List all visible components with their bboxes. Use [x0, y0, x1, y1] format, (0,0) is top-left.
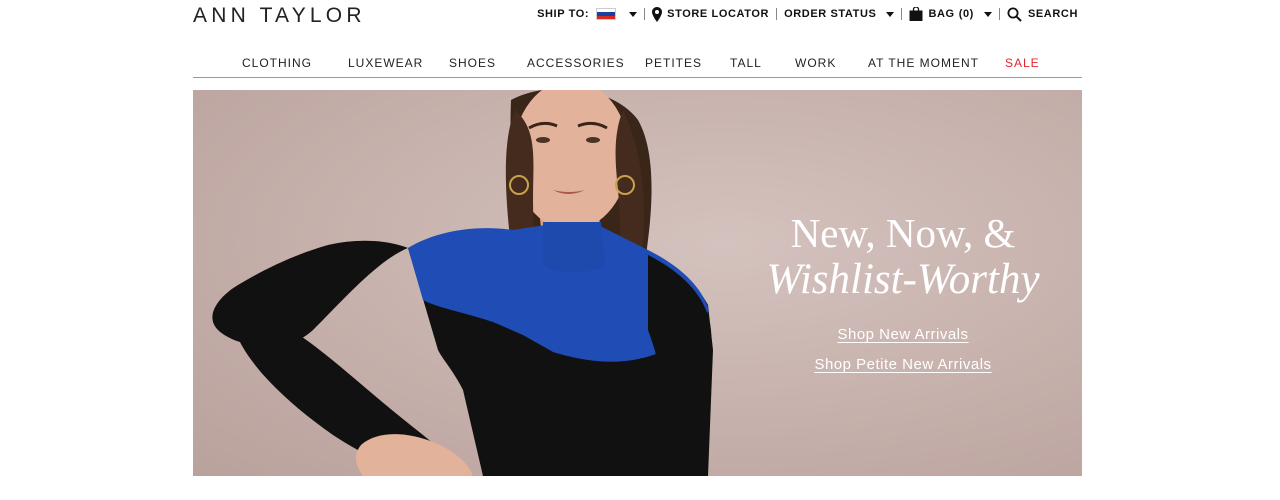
chevron-down-icon [629, 11, 638, 17]
divider [998, 8, 1000, 20]
chevron-down-icon [983, 11, 992, 17]
hero-headline: New, Now, & [790, 210, 1016, 256]
shop-new-arrivals-link[interactable]: Shop New Arrivals [837, 326, 968, 343]
chevron-down-icon [886, 11, 895, 17]
search-button[interactable]: SEARCH [1007, 7, 1078, 22]
page: ANN TAYLOR SHIP TO: STORE LOCATOR ORDER … [0, 0, 1280, 500]
nav-item-petites[interactable]: PETITES [645, 56, 702, 70]
divider [901, 8, 903, 20]
nav-item-at-the-moment[interactable]: AT THE MOMENT [868, 56, 979, 70]
shop-petite-new-arrivals-link[interactable]: Shop Petite New Arrivals [814, 356, 991, 373]
nav-item-accessories[interactable]: ACCESSORIES [527, 56, 625, 70]
divider [776, 8, 778, 20]
bag-count: (0) [958, 8, 974, 20]
bag-label: BAG [928, 8, 955, 20]
bag-button[interactable]: BAG (0) [909, 7, 992, 21]
nav-item-work[interactable]: WORK [795, 56, 836, 70]
shopping-bag-icon [909, 7, 923, 21]
nav-item-sale[interactable]: SALE [1005, 56, 1040, 70]
main-nav: CLOTHING LUXEWEAR SHOES ACCESSORIES PETI… [193, 49, 1082, 78]
russia-flag-icon [596, 8, 617, 20]
nav-item-tall[interactable]: TALL [730, 56, 762, 70]
store-locator-label: STORE LOCATOR [667, 8, 770, 20]
store-locator-link[interactable]: STORE LOCATOR [652, 6, 770, 22]
order-status-label: ORDER STATUS [784, 8, 877, 20]
nav-item-shoes[interactable]: SHOES [449, 56, 496, 70]
hero-copy: New, Now, & Wishlist-Worthy Shop New Arr… [753, 210, 1053, 374]
search-icon [1007, 7, 1022, 22]
nav-item-clothing[interactable]: CLOTHING [242, 56, 312, 70]
location-pin-icon [652, 6, 663, 22]
utility-bar: SHIP TO: STORE LOCATOR ORDER STATUS BAG … [537, 4, 1078, 24]
nav-item-luxewear[interactable]: LUXEWEAR [348, 56, 423, 70]
ship-to-selector[interactable]: SHIP TO: [537, 8, 638, 20]
ship-to-label: SHIP TO: [537, 8, 590, 20]
hero-subheadline: Wishlist-Worthy [766, 256, 1040, 303]
order-status-link[interactable]: ORDER STATUS [784, 8, 895, 20]
logo[interactable]: ANN TAYLOR [193, 5, 366, 27]
hero-banner[interactable]: New, Now, & Wishlist-Worthy Shop New Arr… [193, 90, 1082, 476]
search-label: SEARCH [1027, 8, 1078, 20]
site-header: ANN TAYLOR SHIP TO: STORE LOCATOR ORDER … [193, 0, 1082, 32]
divider [644, 8, 646, 20]
